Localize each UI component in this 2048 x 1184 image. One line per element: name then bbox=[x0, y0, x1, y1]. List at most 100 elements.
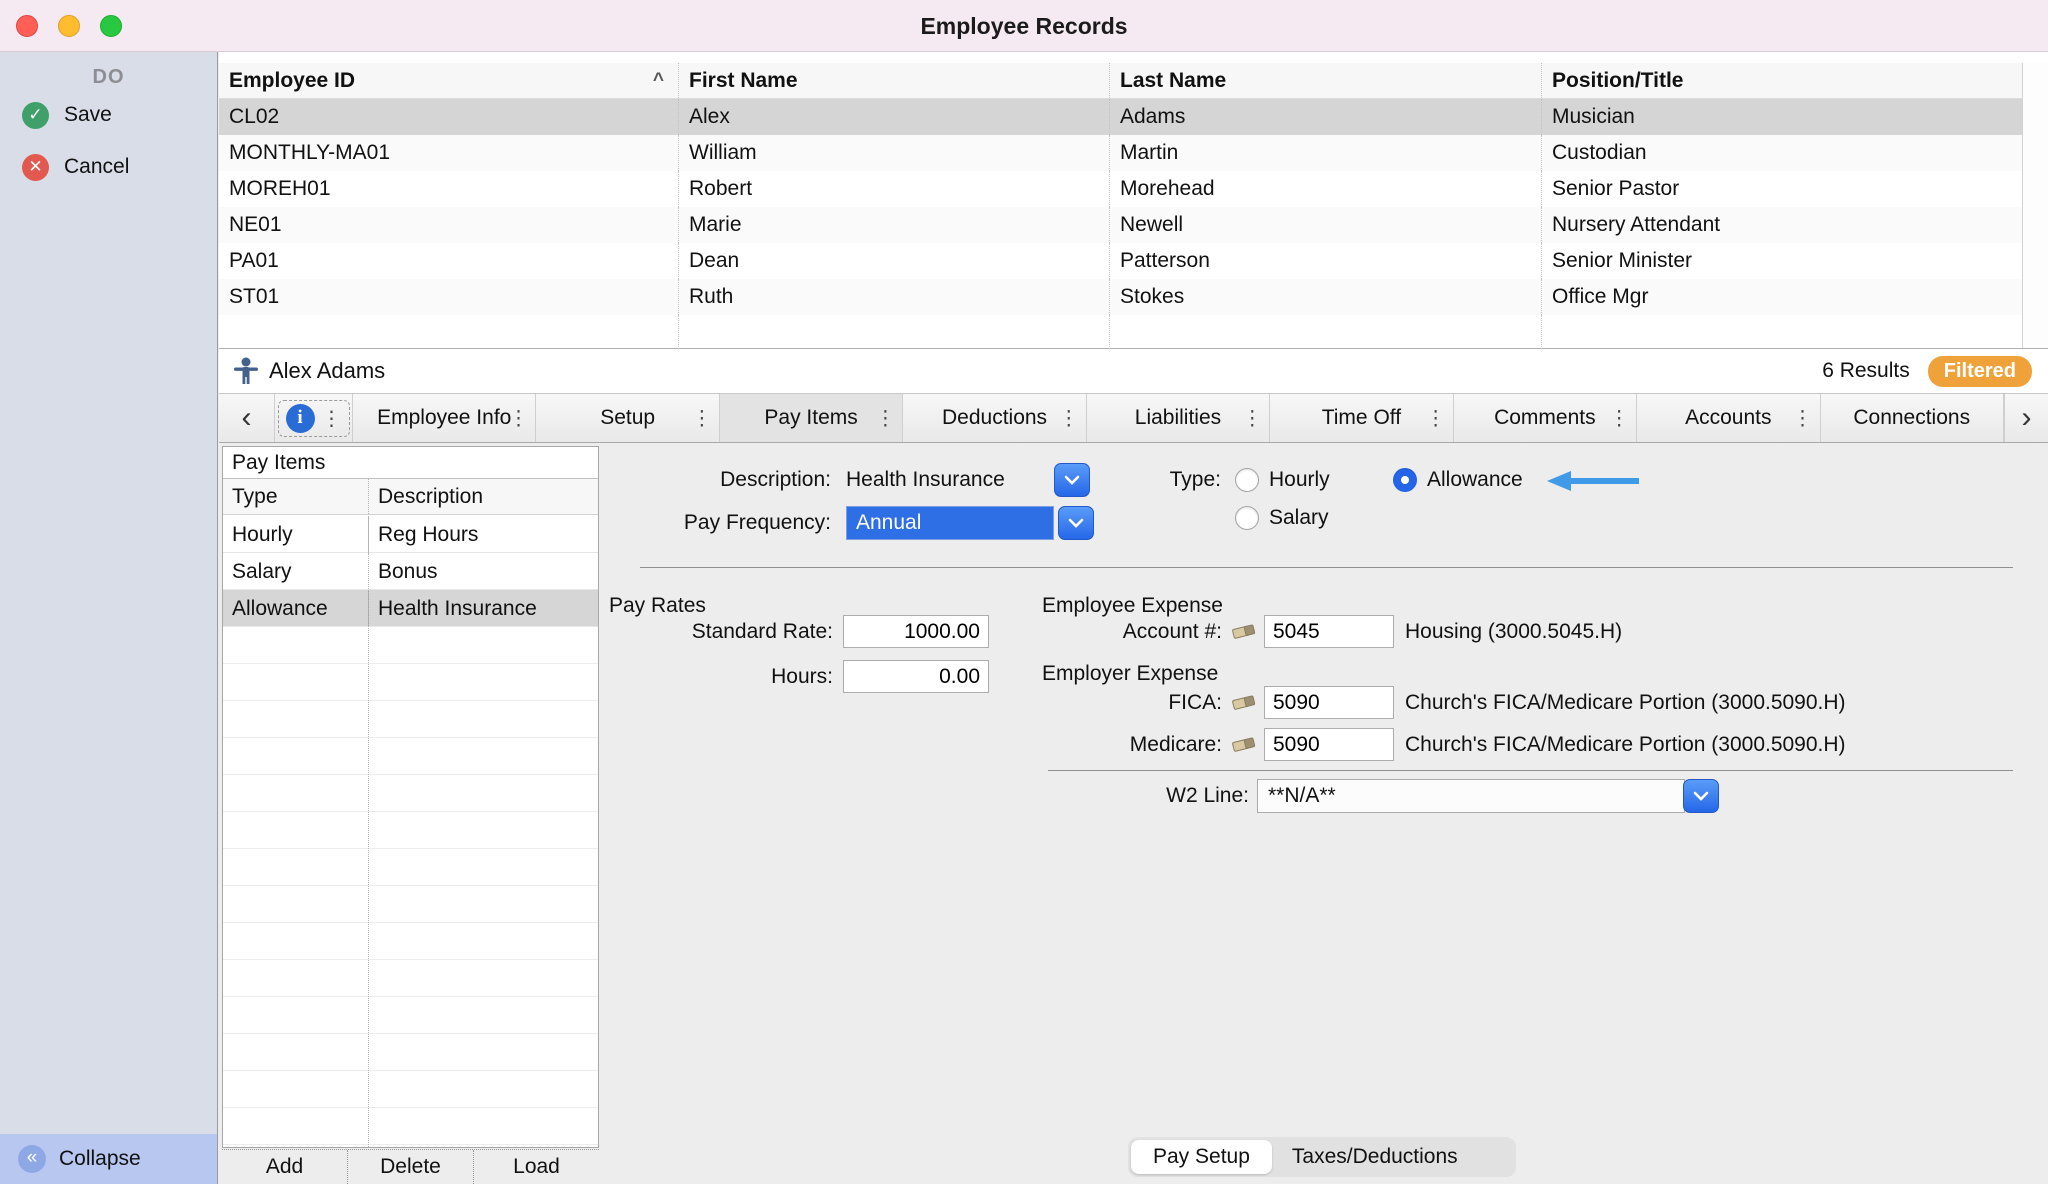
table-row[interactable]: CL02 Alex Adams Musician bbox=[219, 99, 2048, 135]
tab-menu-icon[interactable]: ⋮ bbox=[875, 406, 895, 431]
description-label: Description: bbox=[519, 463, 831, 497]
tab-menu-icon[interactable]: ⋮ bbox=[1242, 406, 1262, 431]
tab-menu-icon[interactable]: ⋮ bbox=[508, 406, 528, 431]
description-dropdown-button[interactable] bbox=[1054, 463, 1090, 497]
radio-hourly-label[interactable]: Hourly bbox=[1269, 463, 1330, 497]
window-title: Employee Records bbox=[0, 0, 2048, 52]
description-value: Health Insurance bbox=[846, 463, 1005, 497]
filtered-badge[interactable]: Filtered bbox=[1928, 356, 2032, 387]
save-button[interactable]: ✓ Save bbox=[0, 89, 217, 141]
tab-menu-icon[interactable]: ⋮ bbox=[322, 406, 342, 431]
table-row[interactable]: MONTHLY-MA01 William Martin Custodian bbox=[219, 135, 2048, 171]
column-header-employee-id[interactable]: Employee ID ^ bbox=[219, 63, 678, 98]
cancel-button[interactable]: ✕ Cancel bbox=[0, 141, 217, 193]
tab-comments[interactable]: Comments ⋮ bbox=[1454, 394, 1637, 442]
add-button[interactable]: Add bbox=[222, 1150, 348, 1184]
medicare-account-description: Church's FICA/Medicare Portion (3000.509… bbox=[1405, 728, 1846, 762]
tab-liabilities[interactable]: Liabilities ⋮ bbox=[1087, 394, 1270, 442]
collapse-label: Collapse bbox=[59, 1147, 141, 1171]
radio-allowance[interactable] bbox=[1393, 468, 1417, 492]
sidebar: DO ✓ Save ✕ Cancel « Collapse bbox=[0, 52, 218, 1184]
tab-scroll-right-button[interactable]: › bbox=[2004, 394, 2048, 442]
table-empty-row bbox=[219, 315, 2048, 349]
collapse-button[interactable]: « Collapse bbox=[0, 1134, 217, 1184]
chevron-down-icon bbox=[1064, 474, 1080, 486]
tab-setup[interactable]: Setup ⋮ bbox=[536, 394, 719, 442]
employee-table: Employee ID ^ First Name Last Name Posit… bbox=[219, 52, 2048, 349]
radio-salary[interactable] bbox=[1235, 506, 1259, 530]
radio-salary-label[interactable]: Salary bbox=[1269, 501, 1329, 535]
pay-frequency-dropdown-button[interactable] bbox=[1058, 506, 1094, 540]
cancel-label: Cancel bbox=[64, 155, 129, 179]
account-lookup-icon[interactable] bbox=[1231, 621, 1258, 647]
list-item[interactable]: Salary Bonus bbox=[223, 553, 598, 590]
column-header-position[interactable]: Position/Title bbox=[1541, 63, 2048, 98]
pay-items-panel: Pay Items Type Description Hourly Reg Ho… bbox=[222, 446, 599, 1148]
fica-account-description: Church's FICA/Medicare Portion (3000.509… bbox=[1405, 686, 1846, 720]
type-label: Type: bbox=[1099, 463, 1221, 497]
tab-menu-icon[interactable]: ⋮ bbox=[692, 406, 712, 431]
list-item[interactable]: Allowance Health Insurance bbox=[223, 590, 598, 627]
chevron-right-icon: › bbox=[2021, 401, 2031, 435]
hours-label: Hours: bbox=[569, 660, 833, 694]
load-button[interactable]: Load bbox=[474, 1150, 599, 1184]
medicare-account-input[interactable] bbox=[1264, 728, 1394, 761]
hours-input[interactable] bbox=[843, 660, 989, 693]
tab-menu-icon[interactable]: ⋮ bbox=[1609, 406, 1629, 431]
tab-deductions[interactable]: Deductions ⋮ bbox=[903, 394, 1086, 442]
radio-allowance-label[interactable]: Allowance bbox=[1427, 463, 1523, 497]
record-bar: Alex Adams 6 Results Filtered bbox=[219, 349, 2048, 394]
fica-account-input[interactable] bbox=[1264, 686, 1394, 719]
record-name: Alex Adams bbox=[269, 358, 385, 384]
tab-taxes-deductions[interactable]: Taxes/Deductions bbox=[1272, 1145, 1478, 1169]
chevron-left-icon: ‹ bbox=[242, 401, 252, 435]
tab-accounts[interactable]: Accounts ⋮ bbox=[1637, 394, 1820, 442]
tab-connections[interactable]: Connections bbox=[1821, 394, 2004, 442]
account-number-label: Account #: bbox=[1067, 615, 1222, 649]
table-row[interactable]: ST01 Ruth Stokes Office Mgr bbox=[219, 279, 2048, 315]
sort-ascending-icon[interactable]: ^ bbox=[653, 63, 664, 98]
account-lookup-icon[interactable] bbox=[1231, 734, 1258, 760]
standard-rate-label: Standard Rate: bbox=[569, 615, 833, 649]
medicare-label: Medicare: bbox=[1067, 728, 1222, 762]
tab-menu-icon[interactable]: ⋮ bbox=[1426, 406, 1446, 431]
chevron-down-icon bbox=[1068, 517, 1084, 529]
table-row[interactable]: MOREH01 Robert Morehead Senior Pastor bbox=[219, 171, 2048, 207]
table-row[interactable]: PA01 Dean Patterson Senior Minister bbox=[219, 243, 2048, 279]
pay-items-content: Pay Items Type Description Hourly Reg Ho… bbox=[219, 443, 2048, 1184]
tab-time-off[interactable]: Time Off ⋮ bbox=[1270, 394, 1453, 442]
tab-pay-items[interactable]: Pay Items ⋮ bbox=[720, 394, 903, 442]
pay-frequency-label: Pay Frequency: bbox=[519, 506, 831, 540]
standard-rate-input[interactable] bbox=[843, 615, 989, 648]
tab-bar: ‹ i ⋮ Employee Info ⋮ Setup ⋮ Pay Items … bbox=[219, 394, 2048, 443]
column-header-type[interactable]: Type bbox=[223, 479, 368, 514]
account-number-input[interactable] bbox=[1264, 615, 1394, 648]
fica-label: FICA: bbox=[1067, 686, 1222, 720]
pay-items-list: Hourly Reg Hours Salary Bonus Allowance … bbox=[223, 516, 598, 1147]
tab-menu-icon[interactable]: ⋮ bbox=[1059, 406, 1079, 431]
collapse-chevrons-icon: « bbox=[18, 1145, 46, 1173]
delete-button[interactable]: Delete bbox=[348, 1150, 474, 1184]
tab-info[interactable]: i ⋮ bbox=[275, 394, 353, 442]
column-header-last-name[interactable]: Last Name bbox=[1109, 63, 1541, 98]
tab-menu-icon[interactable]: ⋮ bbox=[1793, 406, 1813, 431]
x-icon: ✕ bbox=[22, 154, 49, 181]
pay-frequency-select[interactable]: Annual bbox=[846, 506, 1054, 540]
pay-items-buttons: Add Delete Load bbox=[222, 1149, 599, 1184]
tab-pay-setup[interactable]: Pay Setup bbox=[1131, 1140, 1272, 1174]
tab-scroll-left-button[interactable]: ‹ bbox=[219, 394, 275, 442]
table-row[interactable]: NE01 Marie Newell Nursery Attendant bbox=[219, 207, 2048, 243]
account-lookup-icon[interactable] bbox=[1231, 692, 1258, 718]
bottom-segmented-control: Pay Setup Taxes/Deductions bbox=[1128, 1137, 1516, 1177]
table-scrollbar[interactable] bbox=[2022, 63, 2048, 348]
w2-line-dropdown-button[interactable] bbox=[1683, 779, 1719, 813]
tab-employee-info[interactable]: Employee Info ⋮ bbox=[353, 394, 536, 442]
w2-line-select[interactable]: **N/A** bbox=[1257, 779, 1685, 813]
check-icon: ✓ bbox=[22, 102, 49, 129]
sidebar-header: DO bbox=[0, 52, 217, 89]
radio-hourly[interactable] bbox=[1235, 468, 1259, 492]
title-bar: Employee Records bbox=[0, 0, 2048, 52]
employee-table-header: Employee ID ^ First Name Last Name Posit… bbox=[219, 63, 2048, 99]
section-divider bbox=[640, 567, 2013, 568]
column-header-first-name[interactable]: First Name bbox=[678, 63, 1109, 98]
